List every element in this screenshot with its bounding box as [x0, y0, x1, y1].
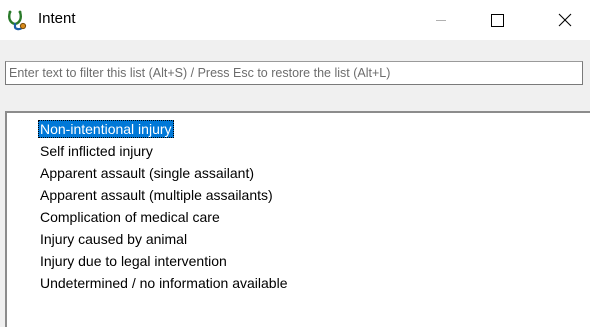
list-item[interactable]: Undetermined / no information available	[38, 272, 289, 294]
close-button[interactable]	[542, 0, 588, 40]
close-icon	[558, 13, 572, 27]
title-bar[interactable]: Intent	[0, 0, 590, 40]
minimize-icon	[436, 20, 446, 21]
maximize-icon	[491, 14, 504, 27]
list-item-label: Self inflicted injury	[40, 143, 153, 159]
window-title: Intent	[38, 10, 76, 27]
list-item[interactable]: Injury caused by animal	[38, 228, 289, 250]
list-item-label: Injury due to legal intervention	[40, 253, 227, 269]
filter-input[interactable]	[5, 61, 583, 85]
list-item-label: Injury caused by animal	[40, 231, 188, 247]
maximize-button[interactable]	[474, 0, 520, 40]
list-item[interactable]: Non-intentional injury	[38, 118, 289, 140]
list-item[interactable]: Apparent assault (multiple assailants)	[38, 184, 289, 206]
list-item[interactable]: Complication of medical care	[38, 206, 289, 228]
list-items: Non-intentional injury Self inflicted inj…	[38, 118, 289, 294]
list-item[interactable]: Self inflicted injury	[38, 140, 289, 162]
intent-list[interactable]: Non-intentional injury Self inflicted inj…	[5, 111, 590, 327]
list-item[interactable]: Apparent assault (single assailant)	[38, 162, 289, 184]
list-item-label: Apparent assault (single assailant)	[40, 165, 255, 181]
list-item-label: Non-intentional injury	[38, 120, 174, 138]
minimize-button[interactable]	[418, 0, 464, 40]
list-item-label: Apparent assault (multiple assailants)	[40, 187, 273, 203]
list-item[interactable]: Injury due to legal intervention	[38, 250, 289, 272]
list-item-label: Complication of medical care	[40, 209, 220, 225]
stethoscope-icon	[6, 9, 28, 31]
list-item-label: Undetermined / no information available	[40, 275, 288, 291]
